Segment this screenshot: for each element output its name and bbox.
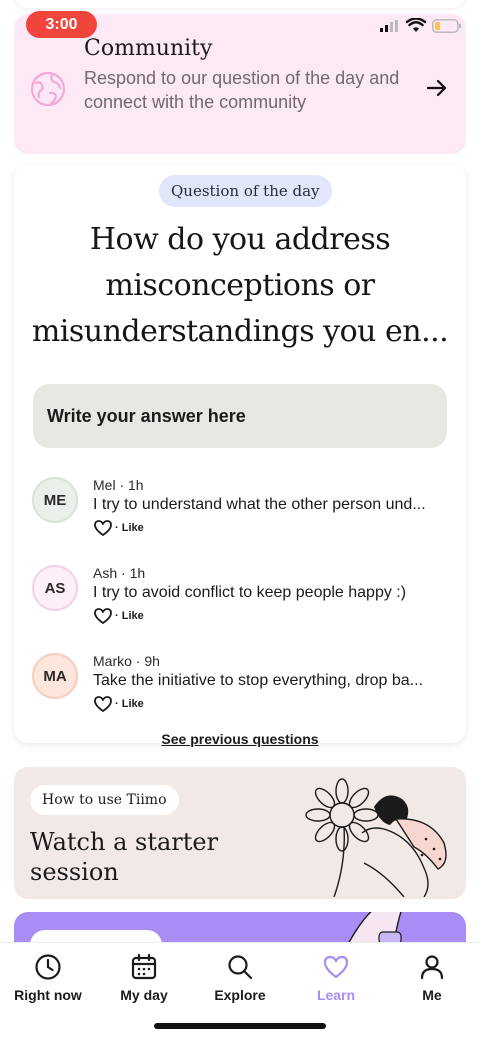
tab-label-right-now: Right now — [14, 987, 82, 1003]
previous-card — [14, 0, 466, 8]
tab-label-my-day: My day — [120, 987, 168, 1003]
answer-meta: Ash · 1h — [93, 565, 146, 581]
status-icons — [380, 18, 462, 33]
tab-label-explore: Explore — [214, 987, 266, 1003]
starter-session-title: Watch a starter session — [30, 828, 219, 886]
community-description: Respond to our question of the day and c… — [84, 68, 400, 112]
like-button[interactable]: · Like — [93, 607, 144, 625]
community-title: Community — [84, 36, 213, 61]
like-label: · Like — [115, 698, 144, 710]
answer-item: ME Mel · 1h I try to understand what the… — [14, 473, 466, 561]
answer-list: ME Mel · 1h I try to understand what the… — [14, 473, 466, 737]
heart-outline-icon — [94, 520, 112, 536]
answer-item: MA Marko · 9h Take the initiative to sto… — [14, 649, 466, 737]
how-to-use-badge: How to use Tiimo — [30, 785, 179, 815]
like-label: · Like — [115, 522, 144, 534]
signal-icon — [380, 19, 398, 32]
avatar: MA — [32, 653, 78, 699]
answer-text[interactable]: I try to avoid conflict to keep people h… — [93, 584, 449, 602]
calendar-icon — [131, 953, 157, 980]
arrow-right-icon[interactable] — [426, 78, 448, 98]
answer-text[interactable]: Take the initiative to stop everything, … — [93, 672, 449, 690]
clock-icon — [35, 954, 61, 980]
status-time: 3:00 — [26, 11, 97, 38]
tab-explore[interactable]: Explore — [192, 953, 288, 1003]
like-button[interactable]: · Like — [93, 695, 144, 713]
heart-outline-icon — [94, 696, 112, 712]
see-previous-questions-link[interactable]: See previous questions — [14, 731, 466, 747]
answer-input[interactable]: Write your answer here — [33, 384, 447, 448]
tab-label-learn: Learn — [316, 987, 356, 1003]
question-of-the-day-badge: Question of the day — [159, 175, 332, 207]
avatar: ME — [32, 477, 78, 523]
battery-icon — [432, 18, 461, 33]
globe-icon — [30, 71, 66, 107]
search-icon — [228, 955, 253, 980]
starter-session-card[interactable]: How to use Tiimo Watch a starter session — [14, 767, 466, 899]
heart-icon — [323, 955, 349, 979]
heart-outline-icon — [94, 608, 112, 624]
tab-right-now[interactable]: Right now — [0, 953, 96, 1003]
tab-label-me: Me — [422, 987, 442, 1003]
like-button[interactable]: · Like — [93, 519, 144, 537]
avatar: AS — [32, 565, 78, 611]
home-indicator — [154, 1023, 326, 1029]
person-icon — [420, 955, 444, 980]
wifi-icon — [406, 18, 426, 32]
answer-meta: Mel · 1h — [93, 477, 144, 493]
like-label: · Like — [115, 610, 144, 622]
question-card: Question of the day How do you address m… — [14, 165, 466, 747]
answer-text[interactable]: I try to understand what the other perso… — [93, 496, 449, 514]
tab-me[interactable]: Me — [384, 953, 480, 1003]
tab-my-day[interactable]: My day — [96, 953, 192, 1003]
answer-meta: Marko · 9h — [93, 653, 160, 669]
answer-item: AS Ash · 1h I try to avoid conflict to k… — [14, 561, 466, 649]
tab-learn[interactable]: Learn — [288, 953, 384, 1003]
question-text: How do you address misconceptions or mis… — [31, 222, 449, 349]
flower-person-illustration — [305, 778, 447, 897]
